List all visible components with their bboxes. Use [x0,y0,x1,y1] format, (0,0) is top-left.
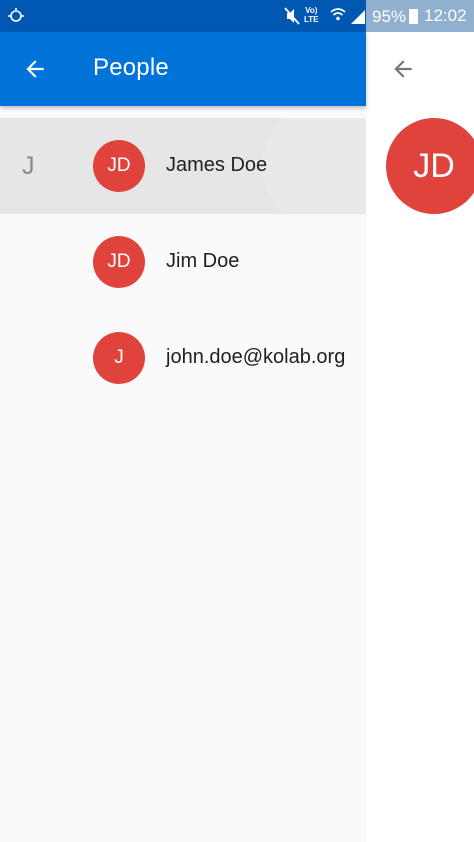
avatar: J [93,332,145,384]
page-title: People [93,54,169,81]
clock: 12:02 [424,6,467,25]
signal-icon [351,10,365,24]
section-header-letter: J [22,152,35,180]
app-bar: People [0,32,366,106]
contact-row-selected[interactable]: J JD James Doe [0,118,366,214]
sync-icon [8,8,24,22]
contact-row[interactable]: J john.doe@kolab.org [0,310,366,406]
battery-percent: 95% [372,7,407,26]
avatar: JD [93,236,145,288]
mute-icon [284,7,300,25]
contact-email: john.doe@kolab.org [166,346,346,368]
detail-avatar: JD [386,118,474,214]
battery-icon [409,9,418,24]
arrow-back-icon [26,60,44,78]
ripple-highlight [262,118,366,214]
wifi-icon [330,8,346,21]
avatar: JD [93,140,145,192]
volte-indicator: Vo) LTE [304,6,319,24]
detail-back-button[interactable] [388,54,418,84]
arrow-back-icon [394,60,412,78]
contact-detail-panel: JD [366,32,474,842]
contact-name: Jim Doe [166,250,240,272]
contact-name: James Doe [166,154,268,176]
contact-list: J JD James Doe JD Jim Doe J john.doe@kol… [0,106,366,842]
status-bar: Vo) LTE 95% 12:02 [0,0,474,32]
back-button[interactable] [18,52,52,86]
contact-row[interactable]: JD Jim Doe [0,214,366,310]
